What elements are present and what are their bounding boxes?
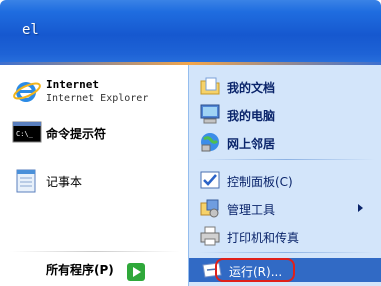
user-name: el	[22, 22, 39, 38]
notepad-icon	[16, 169, 36, 193]
run-highlight-annotation	[215, 258, 295, 282]
right-item-label: 我的电脑	[227, 109, 276, 123]
right-item-label: 网上邻居	[227, 137, 276, 151]
my-documents-item[interactable]: 我的文档	[197, 73, 379, 99]
my-computer-item[interactable]: 我的电脑	[197, 101, 379, 127]
command-prompt-icon: C:\_	[12, 121, 42, 143]
start-menu-header: el	[0, 0, 381, 64]
control-panel-item[interactable]: 控制面板(C)	[197, 167, 379, 193]
control-panel-icon	[200, 171, 220, 189]
recent-notepad[interactable]: 记事本	[0, 163, 188, 199]
pinned-title: Internet	[46, 78, 99, 91]
recent-label: 记事本	[46, 175, 83, 189]
left-separator	[10, 251, 180, 252]
right-pane: 我的文档 我的电脑 网上邻居 控制面板(C) 管理工具 打印机和传真 运行(R)…	[188, 65, 381, 286]
all-programs-button[interactable]: 所有程序(P)	[46, 261, 114, 278]
right-separator	[197, 159, 375, 160]
internet-explorer-icon	[13, 82, 41, 102]
my-computer-icon	[200, 104, 220, 124]
right-item-label: 管理工具	[227, 203, 276, 217]
all-programs-arrow-icon	[127, 263, 145, 281]
right-item-label: 我的文档	[227, 81, 276, 95]
my-documents-icon	[200, 77, 220, 95]
right-item-label: 控制面板(C)	[227, 175, 293, 189]
printer-icon	[200, 226, 220, 246]
pinned-subtitle: Internet Explorer	[46, 93, 149, 104]
recent-label: 命令提示符	[46, 127, 107, 141]
submenu-arrow-icon	[358, 204, 363, 212]
admin-tools-icon	[200, 199, 219, 218]
admin-tools-item[interactable]: 管理工具	[197, 195, 379, 221]
network-places-icon	[201, 133, 219, 152]
start-menu: el Internet Internet Explorer C:\_ 命令提示符	[0, 0, 381, 286]
pinned-internet-explorer[interactable]: Internet Internet Explorer	[0, 73, 188, 109]
right-item-label: 打印机和传真	[227, 231, 300, 245]
right-separator	[197, 252, 375, 253]
left-pane: Internet Internet Explorer C:\_ 命令提示符 记事…	[0, 65, 188, 286]
recent-command-prompt[interactable]: C:\_ 命令提示符	[0, 115, 188, 151]
svg-text:C:\_: C:\_	[16, 130, 34, 138]
network-places-item[interactable]: 网上邻居	[197, 129, 379, 155]
run-item[interactable]: 运行(R)...	[189, 258, 381, 282]
printers-faxes-item[interactable]: 打印机和传真	[197, 223, 379, 249]
